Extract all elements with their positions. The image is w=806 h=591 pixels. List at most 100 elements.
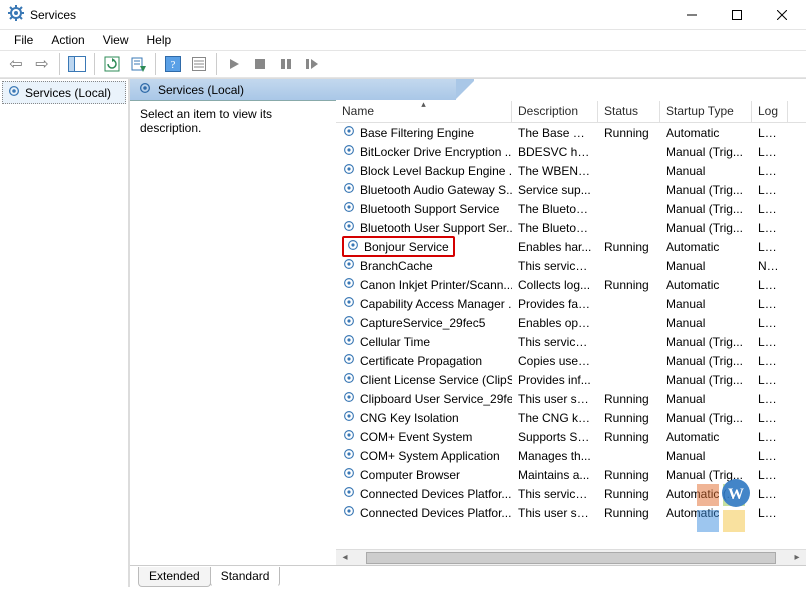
cell-description: Copies user ... — [512, 353, 598, 369]
service-name-label: Bluetooth Audio Gateway S... — [360, 183, 512, 197]
cell-description: Manages th... — [512, 448, 598, 464]
cell-description: Supports Sy... — [512, 429, 598, 445]
cell-status — [598, 208, 660, 210]
cell-description: Enables har... — [512, 239, 598, 255]
cell-description: Provides inf... — [512, 372, 598, 388]
service-name-label: CaptureService_29fec5 — [360, 316, 485, 330]
service-row[interactable]: BitLocker Drive Encryption ...BDESVC hos… — [336, 142, 806, 161]
cell-status — [598, 151, 660, 153]
view-tabs: Extended Standard — [130, 565, 806, 587]
col-header-status[interactable]: Status — [598, 101, 660, 122]
start-service-button[interactable] — [222, 52, 246, 76]
service-name-label: Base Filtering Engine — [360, 126, 474, 140]
service-gear-icon — [342, 466, 356, 483]
cell-name: Connected Devices Platfor... — [336, 484, 512, 503]
restart-service-button[interactable] — [300, 52, 324, 76]
nav-forward-button[interactable]: ⇨ — [30, 52, 54, 76]
horizontal-scrollbar[interactable]: ◂ ▸ — [336, 549, 806, 565]
scroll-left-icon[interactable]: ◂ — [338, 552, 352, 563]
service-gear-icon — [346, 238, 360, 255]
cell-startup: Automatic — [660, 125, 752, 141]
stop-service-button[interactable] — [248, 52, 272, 76]
menu-action[interactable]: Action — [43, 31, 92, 49]
cell-status: Running — [598, 125, 660, 141]
service-gear-icon — [342, 428, 356, 445]
service-row[interactable]: CNG Key IsolationThe CNG ke...RunningMan… — [336, 408, 806, 427]
close-button[interactable] — [759, 0, 804, 29]
service-row[interactable]: Block Level Backup Engine ...The WBENG..… — [336, 161, 806, 180]
details-header: Services (Local) — [130, 79, 806, 101]
service-gear-icon — [342, 143, 356, 160]
service-name-label: Cellular Time — [360, 335, 430, 349]
service-name-label: Canon Inkjet Printer/Scann... — [360, 278, 512, 292]
service-row[interactable]: COM+ System ApplicationManages th...Manu… — [336, 446, 806, 465]
help-button[interactable]: ? — [161, 52, 185, 76]
cell-logon: Loca — [752, 163, 788, 179]
service-gear-icon — [342, 219, 356, 236]
col-header-description[interactable]: Description — [512, 101, 598, 122]
show-hide-tree-button[interactable] — [65, 52, 89, 76]
service-row[interactable]: Bonjour ServiceEnables har...RunningAuto… — [336, 237, 806, 256]
service-row[interactable]: CaptureService_29fec5Enables opti...Manu… — [336, 313, 806, 332]
scroll-right-icon[interactable]: ▸ — [790, 552, 804, 563]
refresh-icon — [104, 56, 120, 72]
cell-name: COM+ Event System — [336, 427, 512, 446]
cell-startup: Manual (Trig... — [660, 353, 752, 369]
cell-logon: Netv — [752, 258, 788, 274]
scroll-thumb[interactable] — [366, 552, 776, 564]
cell-logon: Loca — [752, 125, 788, 141]
window-title: Services — [30, 8, 76, 22]
service-name-label: Computer Browser — [360, 468, 460, 482]
refresh-button[interactable] — [100, 52, 124, 76]
cell-name: Bonjour Service — [336, 235, 512, 258]
cell-logon: Loca — [752, 334, 788, 350]
tree-root-item[interactable]: Services (Local) — [2, 81, 126, 104]
cell-name: CNG Key Isolation — [336, 408, 512, 427]
cell-name: CaptureService_29fec5 — [336, 313, 512, 332]
service-gear-icon — [342, 352, 356, 369]
service-row[interactable]: Connected Devices Platfor...This user se… — [336, 503, 806, 522]
nav-back-button[interactable]: ⇦ — [4, 52, 28, 76]
service-row[interactable]: COM+ Event SystemSupports Sy...RunningAu… — [336, 427, 806, 446]
restart-icon — [305, 58, 319, 70]
list-header: Name▴ Description Status Startup Type Lo… — [336, 101, 806, 123]
list-rows[interactable]: Base Filtering EngineThe Base Fil...Runn… — [336, 123, 806, 549]
menu-view[interactable]: View — [95, 31, 137, 49]
cell-description: Provides fac... — [512, 296, 598, 312]
play-icon — [228, 58, 240, 70]
export-list-button[interactable] — [126, 52, 150, 76]
cell-description: Collects log... — [512, 277, 598, 293]
col-header-startup[interactable]: Startup Type — [660, 101, 752, 122]
cell-status: Running — [598, 486, 660, 502]
service-row[interactable]: Client License Service (ClipS...Provides… — [336, 370, 806, 389]
service-row[interactable]: Computer BrowserMaintains a...RunningMan… — [336, 465, 806, 484]
cell-status: Running — [598, 391, 660, 407]
maximize-button[interactable] — [714, 0, 759, 29]
service-row[interactable]: Clipboard User Service_29fe...This user … — [336, 389, 806, 408]
service-row[interactable]: Bluetooth Audio Gateway S...Service sup.… — [336, 180, 806, 199]
cell-startup: Automatic — [660, 429, 752, 445]
minimize-button[interactable] — [669, 0, 714, 29]
service-row[interactable]: Bluetooth Support ServiceThe Bluetoo...M… — [336, 199, 806, 218]
col-header-name[interactable]: Name▴ — [336, 101, 512, 122]
col-header-logon[interactable]: Log — [752, 101, 788, 122]
tab-extended[interactable]: Extended — [138, 567, 211, 587]
service-gear-icon — [342, 371, 356, 388]
service-row[interactable]: Certificate PropagationCopies user ...Ma… — [336, 351, 806, 370]
service-row[interactable]: Cellular TimeThis service ...Manual (Tri… — [336, 332, 806, 351]
service-row[interactable]: BranchCacheThis service ...ManualNetv — [336, 256, 806, 275]
cell-logon: Loca — [752, 296, 788, 312]
service-name-label: Connected Devices Platfor... — [360, 506, 511, 520]
menu-file[interactable]: File — [6, 31, 41, 49]
cell-status — [598, 227, 660, 229]
menu-help[interactable]: Help — [139, 31, 180, 49]
service-row[interactable]: Capability Access Manager ...Provides fa… — [336, 294, 806, 313]
pause-service-button[interactable] — [274, 52, 298, 76]
service-gear-icon — [342, 257, 356, 274]
service-row[interactable]: Canon Inkjet Printer/Scann...Collects lo… — [336, 275, 806, 294]
service-name-label: COM+ Event System — [360, 430, 472, 444]
service-row[interactable]: Base Filtering EngineThe Base Fil...Runn… — [336, 123, 806, 142]
properties-button[interactable] — [187, 52, 211, 76]
tab-standard[interactable]: Standard — [210, 567, 281, 587]
service-row[interactable]: Connected Devices Platfor...This service… — [336, 484, 806, 503]
